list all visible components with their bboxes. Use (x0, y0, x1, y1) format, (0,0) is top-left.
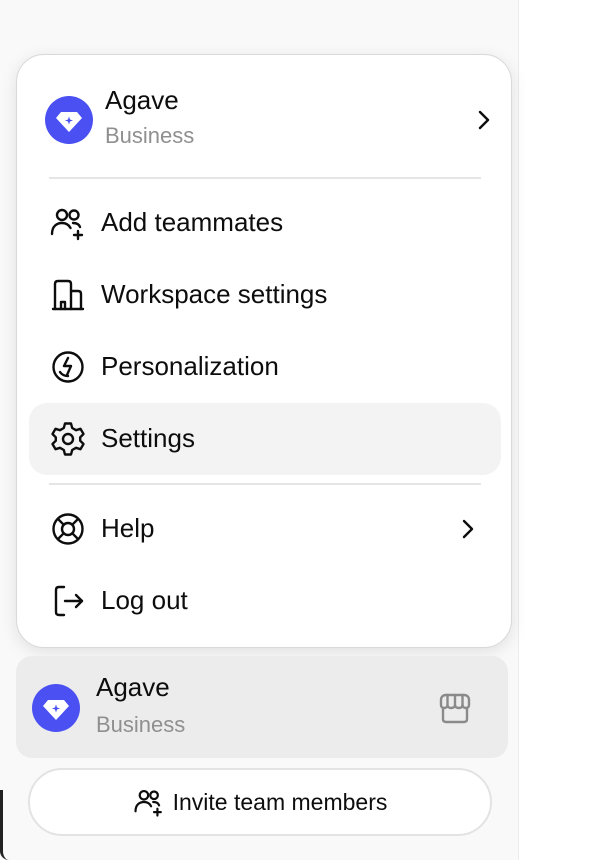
add-teammates-icon (134, 789, 162, 817)
menu-item-settings[interactable]: Settings (29, 403, 501, 475)
menu-item-personalization[interactable]: Personalization (29, 331, 501, 403)
menu-item-label: Log out (101, 585, 188, 615)
menu-divider (49, 177, 481, 179)
menu-item-label: Personalization (101, 351, 279, 381)
menu-item-add-teammates[interactable]: Add teammates (29, 187, 501, 259)
lifebuoy-icon (52, 513, 84, 545)
invite-team-members-button[interactable]: Invite team members (28, 768, 492, 836)
menu-item-label: Workspace settings (101, 279, 328, 309)
workspace-name: Agave (105, 85, 179, 115)
gear-icon (51, 422, 85, 456)
diamond-icon (56, 112, 82, 132)
store-icon[interactable] (436, 690, 474, 728)
main-area (519, 0, 614, 860)
menu-item-label: Help (101, 513, 155, 543)
workspace-plan: Business (105, 123, 195, 148)
workspace-avatar (45, 96, 93, 144)
building-icon (51, 279, 85, 311)
window-edge (0, 790, 9, 860)
menu-item-log-out[interactable]: Log out (29, 565, 501, 637)
log-out-icon (54, 585, 84, 617)
workspace-switcher[interactable]: Agave Business (45, 81, 490, 157)
diamond-icon (43, 700, 69, 720)
add-teammates-icon (50, 208, 84, 241)
workspace-avatar (32, 684, 80, 732)
invite-button-label: Invite team members (172, 788, 388, 815)
workspace-name: Agave (96, 672, 170, 702)
personalization-icon (52, 351, 84, 383)
menu-item-label: Add teammates (101, 207, 284, 237)
sidebar-workspace-card[interactable]: Agave Business (16, 656, 508, 758)
menu-item-label: Settings (101, 423, 195, 453)
menu-item-help[interactable]: Help (29, 493, 501, 565)
account-menu: Agave Business Add teammates Workspace s… (16, 54, 512, 648)
menu-item-workspace-settings[interactable]: Workspace settings (29, 259, 501, 331)
workspace-plan: Business (96, 712, 186, 737)
invite-button-content: Invite team members (30, 770, 490, 834)
chevron-right-icon (478, 110, 490, 130)
chevron-right-icon (462, 519, 474, 539)
menu-divider (49, 483, 481, 485)
